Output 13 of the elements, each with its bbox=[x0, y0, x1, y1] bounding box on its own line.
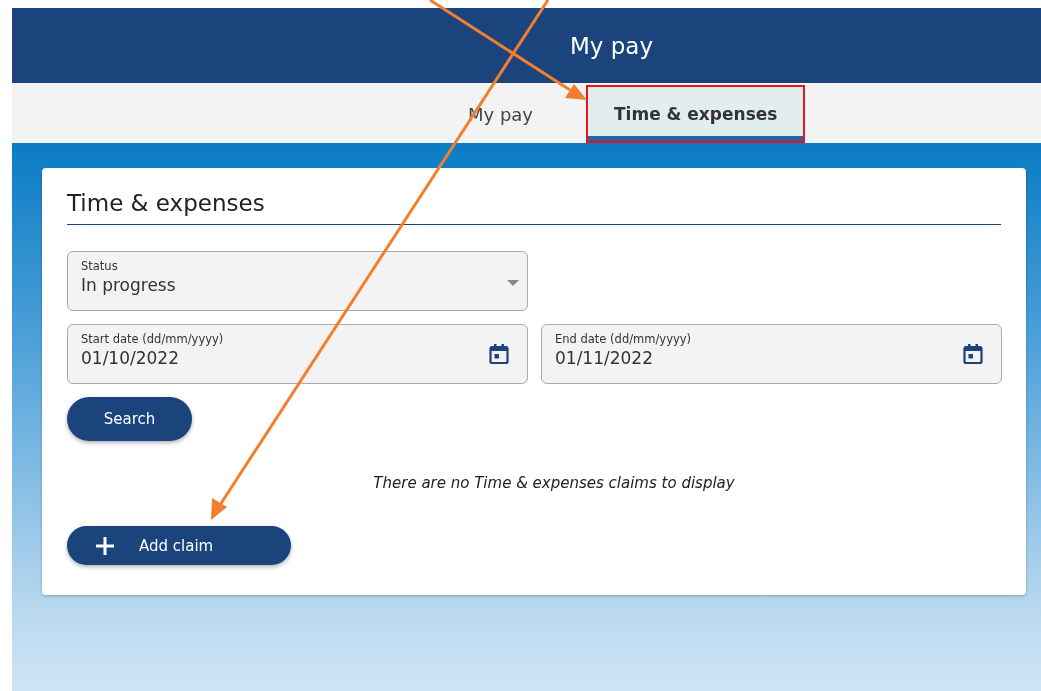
calendar-icon[interactable] bbox=[962, 343, 984, 365]
tab[interactable]: Time & expenses bbox=[588, 87, 804, 141]
status-dropdown[interactable]: Status In progress bbox=[67, 251, 528, 311]
caret-icon bbox=[506, 279, 520, 287]
plus-icon bbox=[95, 535, 115, 556]
calendar-icon[interactable] bbox=[488, 343, 510, 365]
search-button[interactable]: Search bbox=[67, 397, 192, 441]
date-field[interactable]: Start date (dd/mm/yyyy) 01/10/2022 bbox=[67, 324, 528, 384]
date-field[interactable]: End date (dd/mm/yyyy) 01/11/2022 bbox=[541, 324, 1002, 384]
card-title: Time & expenses bbox=[67, 190, 1001, 225]
empty-message: There are no Time & expenses claims to display bbox=[372, 474, 736, 492]
page-title: My pay bbox=[569, 32, 654, 59]
add-claim-button[interactable]: Add claim bbox=[67, 526, 291, 565]
